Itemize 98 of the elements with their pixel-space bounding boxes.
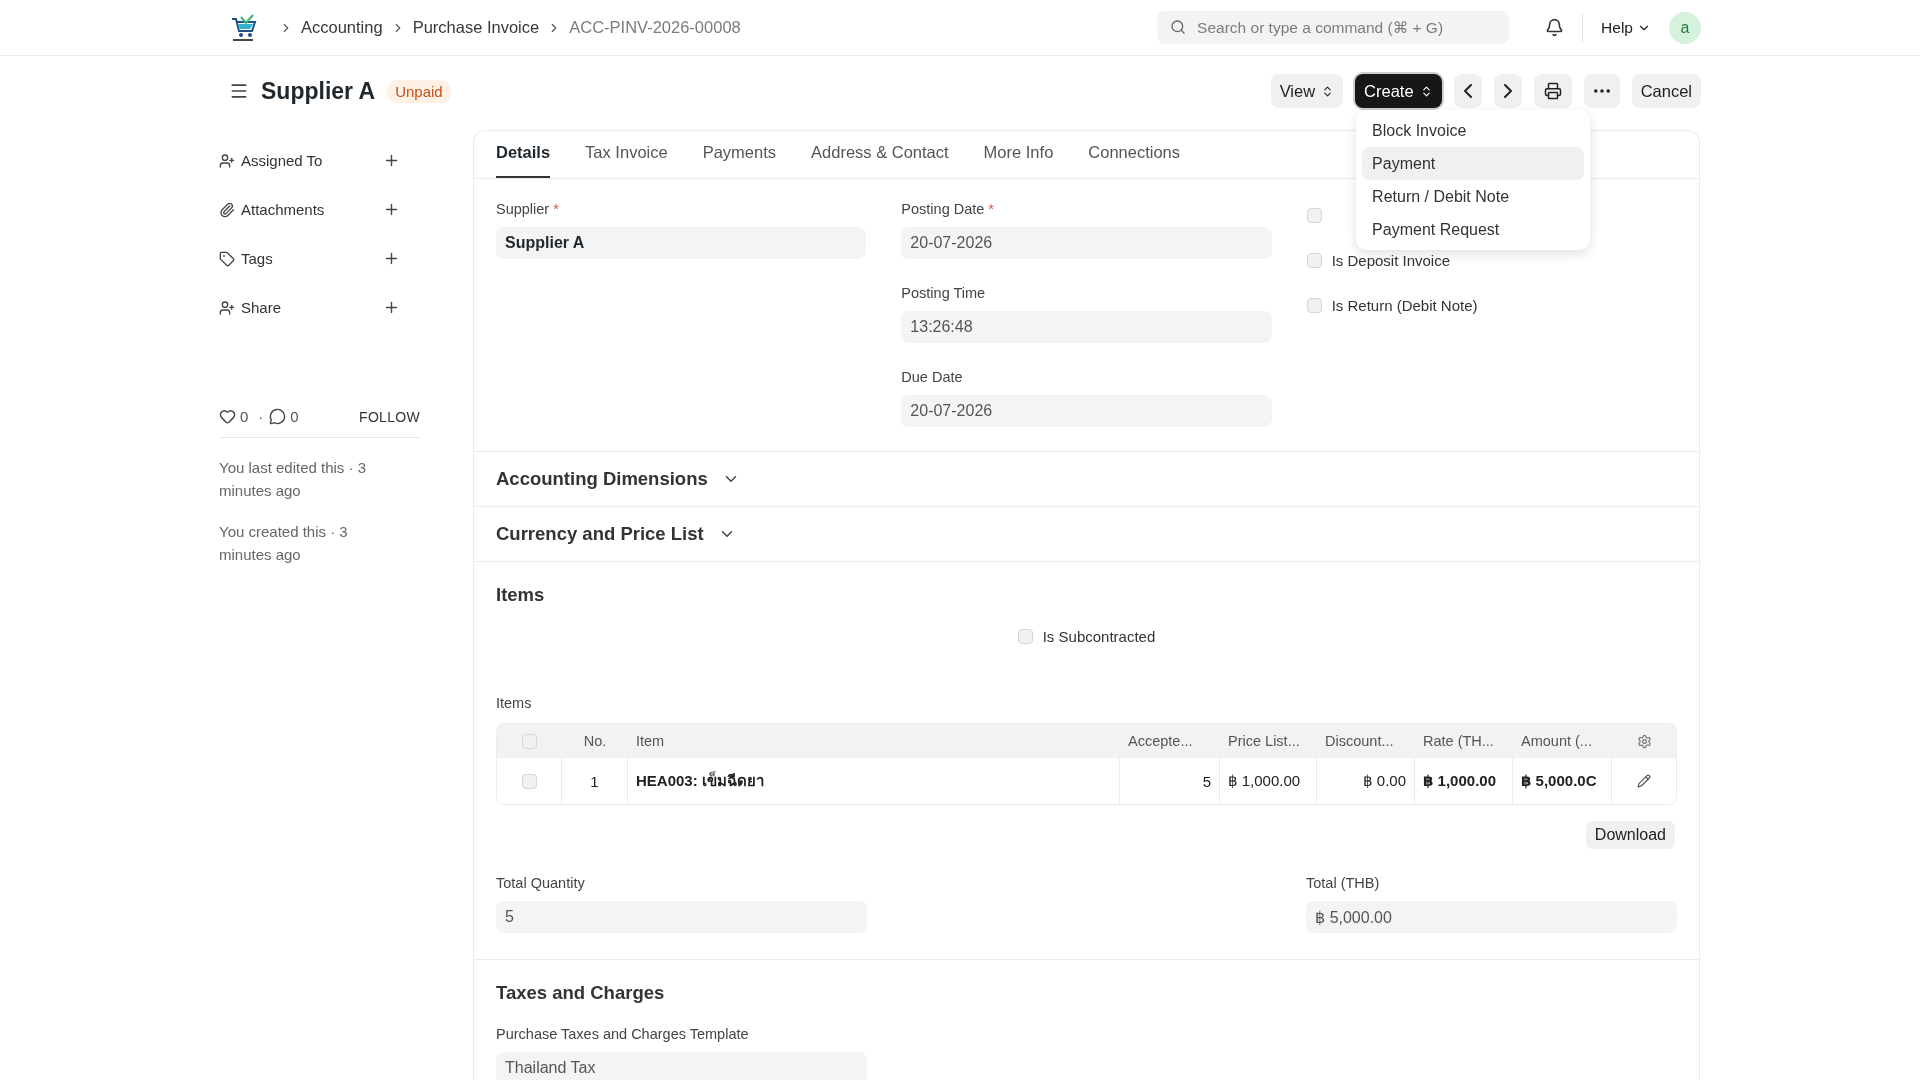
bell-icon[interactable] [1545,18,1565,37]
breadcrumb-link[interactable]: Accounting [301,18,383,37]
input-field[interactable]: 20-07-2026 [901,395,1272,427]
tab[interactable]: Details [496,143,551,178]
user-avatar[interactable]: a [1669,11,1701,44]
field-label: Posting Time [901,285,987,301]
input-field[interactable]: 20-07-2026 [901,227,1272,259]
section-title[interactable]: Currency and Price List [496,523,704,545]
settings-icon[interactable] [1636,733,1652,749]
search-field[interactable]: Search or type a command (⌘ + G) [1157,11,1510,44]
column-header: Discount... [1324,732,1395,751]
page-title: Supplier A [261,77,376,105]
field-label: Total Quantity [496,875,586,891]
plus-icon[interactable] [383,201,400,218]
tab[interactable]: Payments [702,143,777,178]
separator-dot: · [258,408,264,425]
user-plus-icon [219,152,235,169]
plus-icon[interactable] [383,152,400,169]
search-icon [1170,19,1187,35]
menu-icon[interactable] [229,81,249,101]
select-all-checkbox[interactable] [522,733,537,749]
menu-item[interactable]: Payment [1362,147,1585,180]
column-header: Price List... [1227,732,1301,751]
create-button[interactable]: Create [1355,74,1442,108]
plus-icon[interactable] [383,299,400,316]
table-label: Items [496,695,533,711]
sidebar-label[interactable]: Share [241,299,383,316]
more-button[interactable] [1583,74,1620,108]
follow-button[interactable]: FOLLOW [359,408,420,425]
checkbox-label: Is Return (Debit Note) [1331,296,1478,314]
column-header: Rate (TH... [1422,732,1495,751]
cancel-button[interactable]: Cancel [1631,74,1701,108]
section-title[interactable]: Accounting Dimensions [496,468,708,490]
activity-text: You created this · 3 minutes ago [219,522,349,565]
edit-icon[interactable] [1637,774,1651,788]
tab[interactable]: Tax Invoice [585,143,668,178]
input-field[interactable]: 5 [496,901,867,933]
column-header: Item [635,732,666,751]
table-cell: 1 [562,758,628,804]
status-badge: Unpaid [387,79,451,103]
plus-icon[interactable] [383,250,400,267]
checkbox[interactable] [1306,252,1322,268]
checkbox-label: Is Deposit Invoice [1331,251,1451,269]
comment-count: 0 [290,408,299,425]
tag-icon [219,250,235,267]
field-label: Due Date [901,369,964,385]
download-button[interactable]: Download [1585,821,1675,849]
breadcrumb-link[interactable]: Purchase Invoice [412,18,540,37]
tab[interactable]: More Info [983,143,1054,178]
input-field[interactable]: ฿ 5,000.00 [1306,901,1677,933]
next-button[interactable] [1493,74,1522,108]
tab[interactable]: Address & Contact [811,143,949,178]
previous-button[interactable] [1453,74,1482,108]
field-label: Supplier * [496,201,560,217]
menu-item[interactable]: Block Invoice [1362,114,1585,147]
checkbox[interactable] [1306,207,1322,223]
table-cell: ฿ 1,000.00 [1415,758,1513,804]
field-label: Purchase Taxes and Charges Template [496,1026,750,1042]
chevron-left-icon [1463,84,1472,98]
comment-icon[interactable] [269,408,287,425]
input-field[interactable]: Supplier A [496,227,867,259]
table-cell: ฿ 1,000.00 [1220,758,1317,804]
row-checkbox[interactable] [521,773,537,789]
section-title: Taxes and Charges [496,982,666,1004]
section-title: Items [496,584,546,606]
menu-item[interactable]: Return / Debit Note [1362,180,1585,213]
column-header: Accepte... [1127,732,1194,751]
checkbox[interactable] [1306,297,1322,313]
checkbox[interactable] [1017,629,1033,644]
sidebar-label[interactable]: Assigned To [241,152,383,169]
chevron-right-icon [1503,84,1512,98]
sidebar-label[interactable]: Tags [241,250,383,267]
sidebar-label[interactable]: Attachments [241,201,383,218]
field-label: Total (THB) [1306,875,1381,891]
table-cell: ฿ 5,000.0C [1513,758,1612,804]
activity-text: You last edited this · 3 minutes ago [219,458,368,501]
paperclip-icon [219,201,235,218]
more-icon [1593,89,1610,93]
heart-icon[interactable] [219,408,236,425]
input-field[interactable]: Thailand Tax [496,1052,867,1080]
view-button[interactable]: View [1270,74,1344,108]
help-menu[interactable]: Help [1582,13,1659,42]
logo-icon[interactable] [229,12,257,43]
like-count: 0 [240,408,249,425]
tab[interactable]: Connections [1088,143,1181,178]
user-plus-icon [219,299,235,316]
column-header: Amount (... [1520,732,1593,751]
breadcrumb-link[interactable]: ACC-PINV-2026-00008 [569,18,741,37]
print-button[interactable] [1533,74,1572,108]
column-header: No. [582,732,608,751]
field-label: Posting Date * [901,201,995,217]
input-field[interactable]: 13:26:48 [901,311,1272,343]
table-cell: 5 [1120,758,1220,804]
menu-item[interactable]: Payment Request [1362,213,1585,246]
checkbox-label: Is Subcontracted [1042,628,1156,645]
table-cell: ฿ 0.00 [1317,758,1415,804]
printer-icon [1543,82,1562,100]
table-cell: HEA003: เข็มฉีดยา [628,758,1120,804]
